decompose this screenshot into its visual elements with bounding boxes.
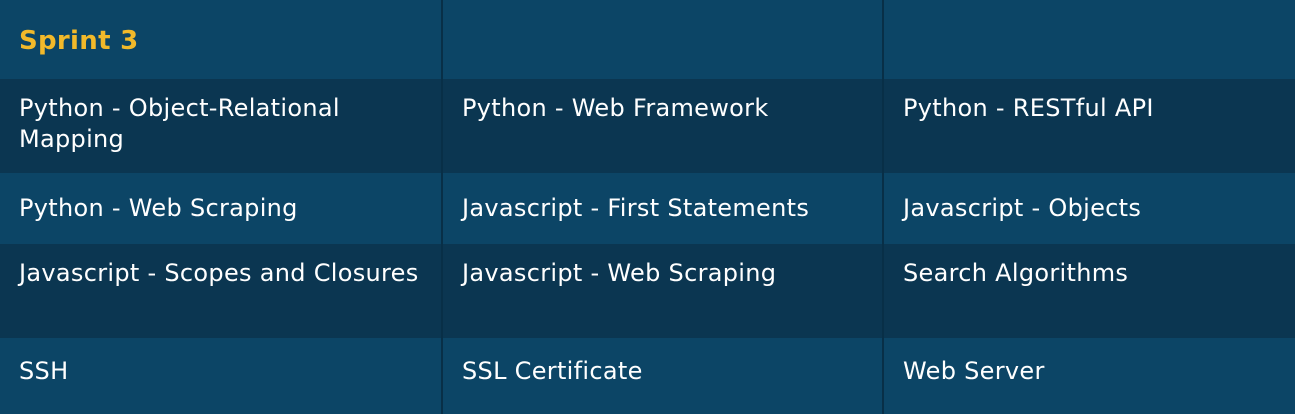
table-cell: Python - Object-Relational Mapping	[0, 79, 443, 173]
header-empty-cell	[443, 0, 884, 79]
table-cell: Javascript - Web Scraping	[443, 244, 884, 338]
sprint-title: Sprint 3	[19, 26, 139, 56]
table-cell: Python - Web Scraping	[0, 173, 443, 244]
header-empty-cell	[884, 0, 1295, 79]
table-cell: Javascript - Scopes and Closures	[0, 244, 443, 338]
table-cell: Python - RESTful API	[884, 79, 1295, 173]
table-cell: Web Server	[884, 338, 1295, 414]
table-cell: SSL Certificate	[443, 338, 884, 414]
table-cell: Javascript - First Statements	[443, 173, 884, 244]
table-cell: Python - Web Framework	[443, 79, 884, 173]
table-cell: SSH	[0, 338, 443, 414]
curriculum-table: Sprint 3 Python - Object-Relational Mapp…	[0, 0, 1295, 414]
sprint-header-cell: Sprint 3	[0, 0, 443, 79]
table-cell: Javascript - Objects	[884, 173, 1295, 244]
table-cell: Search Algorithms	[884, 244, 1295, 338]
